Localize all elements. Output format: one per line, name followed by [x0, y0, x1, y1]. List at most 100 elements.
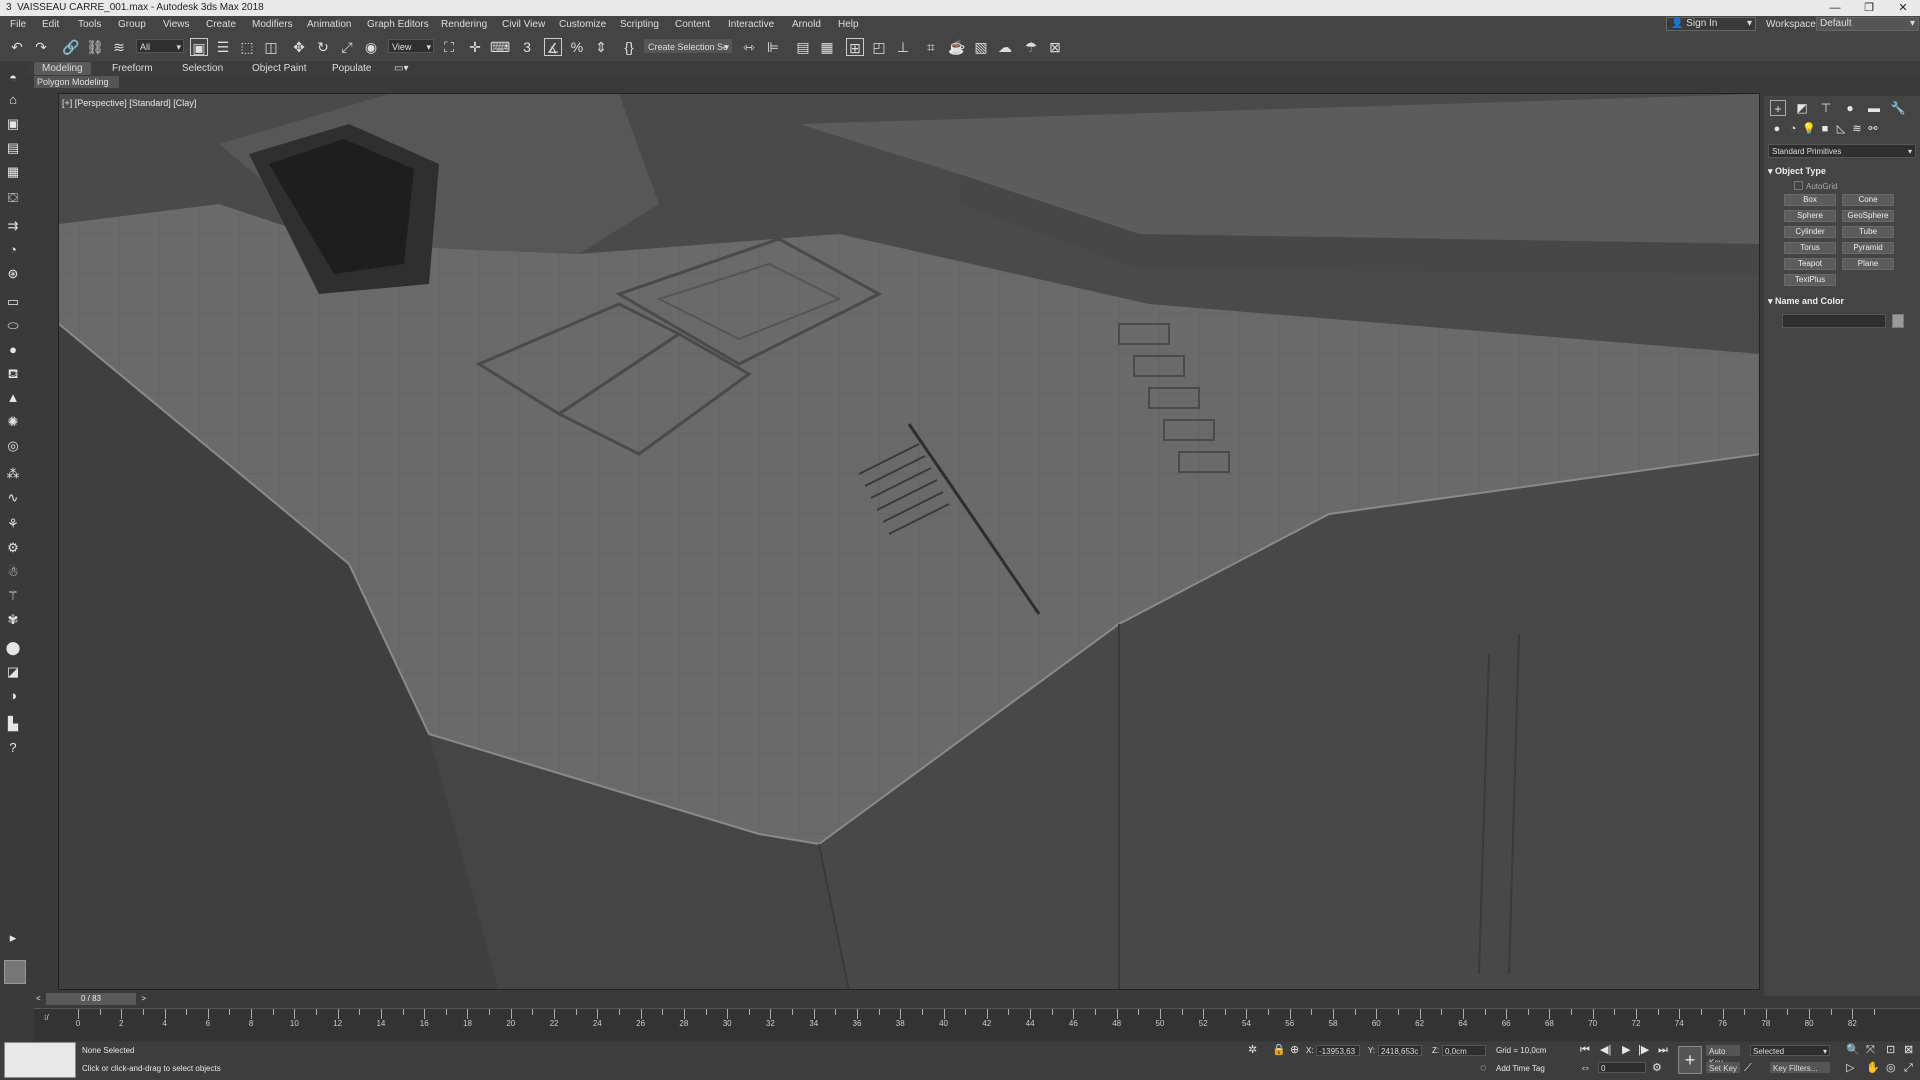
menu-create[interactable]: Create	[206, 19, 236, 30]
add-time-tag[interactable]: Add Time Tag	[1496, 1064, 1545, 1073]
tab-object-paint[interactable]: Object Paint	[244, 62, 314, 75]
keyboard-shortcut-toggle-icon[interactable]: ⌨	[490, 38, 510, 56]
menu-graph-editors[interactable]: Graph Editors	[367, 19, 429, 30]
particle-icon[interactable]: ⁂	[4, 466, 22, 482]
plane-button[interactable]: Plane	[1842, 258, 1894, 270]
set-key-button[interactable]: Set Key	[1706, 1062, 1740, 1073]
curve-editor-icon[interactable]: ◰	[870, 38, 888, 56]
menu-animation[interactable]: Animation	[307, 19, 351, 30]
display-icon[interactable]: ◑	[4, 688, 22, 704]
box-button[interactable]: Box	[1784, 194, 1836, 206]
track-bar[interactable]: ⁝/ 0 2 4 6 8 10 12 14 16 18 20 22 24 26 28 30 32 34 36 38 40…	[34, 1008, 1920, 1041]
minimize-button[interactable]: —	[1818, 0, 1852, 16]
shape-icon[interactable]: ⬭	[4, 318, 22, 334]
close-button[interactable]: ✕	[1886, 0, 1920, 16]
time-config-icon[interactable]: ⚙	[1652, 1062, 1662, 1074]
menu-arnold[interactable]: Arnold	[792, 19, 821, 30]
object-color-swatch[interactable]	[1892, 314, 1904, 328]
time-slider[interactable]: 0 / 83	[34, 993, 1760, 1005]
sphere-button[interactable]: Sphere	[1784, 210, 1836, 222]
pivot-center-icon[interactable]: ⛶	[440, 38, 458, 56]
link-icon[interactable]: 🔗	[62, 38, 80, 56]
polygon-modeling-panel[interactable]: Polygon Modeling	[34, 76, 119, 88]
menu-file[interactable]: File	[10, 19, 26, 30]
camera-icon[interactable]: ⊛	[4, 266, 22, 282]
selection-lock-icon[interactable]: 🔒	[1272, 1044, 1286, 1056]
spinner-snap-icon[interactable]: ⇕	[592, 38, 610, 56]
time-tag-icon[interactable]: ◌	[1480, 1062, 1487, 1074]
help-icon[interactable]: ?	[4, 740, 22, 756]
set-keys-icon[interactable]: +	[1678, 1046, 1702, 1074]
textplus-button[interactable]: TextPlus	[1784, 274, 1836, 286]
viewport-label[interactable]: [+] [Perspective] [Standard] [Clay]	[62, 98, 196, 108]
light-icon[interactable]: ✺	[4, 414, 22, 430]
named-selection-dropdown[interactable]: Create Selection Se	[644, 39, 732, 54]
z-coordinate-field[interactable]: 0,0cm	[1442, 1045, 1486, 1056]
key-mode-icon[interactable]: ⇔	[1580, 1062, 1591, 1074]
spline-icon[interactable]: ∿	[4, 490, 22, 506]
material-editor-icon[interactable]: ⌗	[922, 38, 940, 56]
absolute-mode-icon[interactable]: ⊕	[1290, 1044, 1299, 1056]
viewport-layout-icon[interactable]	[4, 960, 26, 984]
primitive-category-dropdown[interactable]: Standard Primitives	[1768, 144, 1916, 159]
mini-curve-toggle-icon[interactable]: ⁝/	[44, 1013, 49, 1022]
space-warps-icon[interactable]: ≋	[1850, 122, 1864, 136]
paint-select-icon[interactable]: ▣	[4, 116, 22, 132]
sphere-icon[interactable]: ●	[4, 342, 22, 358]
render-setup-icon[interactable]: ☕	[948, 38, 966, 56]
play-icon[interactable]: ▶	[1622, 1044, 1630, 1056]
tab-selection[interactable]: Selection	[174, 62, 231, 75]
redo-icon[interactable]: ↷	[32, 38, 50, 56]
maxscript-listener[interactable]	[4, 1042, 76, 1078]
tab-freeform[interactable]: Freeform	[104, 62, 161, 75]
shapes-icon[interactable]: ◔	[1786, 122, 1800, 136]
bone-icon[interactable]: ⚘	[4, 516, 22, 532]
align-icon[interactable]: ⊫	[764, 38, 782, 56]
select-icon[interactable]: ◓	[4, 70, 22, 86]
object-type-rollout[interactable]: ▾ Object Type	[1768, 164, 1916, 178]
window-crossing-icon[interactable]: ◫	[262, 38, 280, 56]
time-slider-thumb[interactable]: 0 / 83	[36, 993, 146, 1005]
sign-in-button[interactable]: 👤 Sign In ▾	[1666, 17, 1756, 31]
select-manipulate-icon[interactable]: ✛	[466, 38, 484, 56]
auto-key-button[interactable]: Auto Key	[1706, 1045, 1740, 1067]
workspace-dropdown[interactable]: Default ▾	[1816, 17, 1919, 31]
menu-customize[interactable]: Customize	[559, 19, 606, 30]
box-icon[interactable]: ▭	[4, 294, 22, 310]
tube-button[interactable]: Tube	[1842, 226, 1894, 238]
tab-populate[interactable]: Populate	[324, 62, 379, 75]
select-by-name-icon[interactable]: ☰	[214, 38, 232, 56]
layer-explorer-icon[interactable]: ▦	[818, 38, 836, 56]
cone-button[interactable]: Cone	[1842, 194, 1894, 206]
rendered-frame-window-icon[interactable]: ▧	[972, 38, 990, 56]
lasso-icon[interactable]: ⌂	[4, 92, 22, 108]
menu-modifiers[interactable]: Modifiers	[252, 19, 293, 30]
move-icon[interactable]: ✥	[290, 38, 308, 56]
current-frame-field[interactable]: 0	[1598, 1062, 1646, 1073]
cameras-icon[interactable]: ■	[1818, 122, 1832, 136]
object-name-field[interactable]	[1782, 314, 1886, 328]
menu-edit[interactable]: Edit	[42, 19, 59, 30]
render-iterative-icon[interactable]: ☂	[1022, 38, 1040, 56]
geometry-icon[interactable]: ●	[1770, 122, 1784, 136]
menu-civil-view[interactable]: Civil View	[502, 19, 545, 30]
torus-icon[interactable]: ◎	[4, 438, 22, 454]
scene-explorer-icon[interactable]: ▤	[794, 38, 812, 56]
autogrid-checkbox[interactable]: AutoGrid	[1794, 181, 1838, 191]
hierarchy-tab-icon[interactable]: ⊤	[1818, 100, 1834, 116]
ribbon-toggle-icon[interactable]: ⊞	[846, 38, 864, 56]
previous-frame-icon[interactable]: ◀|	[1600, 1044, 1611, 1056]
rect-selection-icon[interactable]: ⬚	[238, 38, 256, 56]
helpers-icon[interactable]: ◺	[1834, 122, 1848, 136]
orbit-icon[interactable]: ◎	[1886, 1062, 1896, 1074]
systems-icon[interactable]: ⚯	[1866, 122, 1880, 136]
go-to-end-icon[interactable]: ⏭	[1658, 1044, 1668, 1056]
bind-space-warp-icon[interactable]: ≋	[110, 38, 128, 56]
menu-views[interactable]: Views	[163, 19, 190, 30]
key-filters-button[interactable]: Key Filters...	[1770, 1062, 1830, 1073]
y-coordinate-field[interactable]: 2418,653c	[1378, 1045, 1422, 1056]
render-cloud-icon[interactable]: ⊠	[1046, 38, 1064, 56]
gear-icon[interactable]: ⚙	[4, 540, 22, 556]
pan-icon[interactable]: ✋	[1866, 1062, 1880, 1074]
menu-scripting[interactable]: Scripting	[620, 19, 659, 30]
